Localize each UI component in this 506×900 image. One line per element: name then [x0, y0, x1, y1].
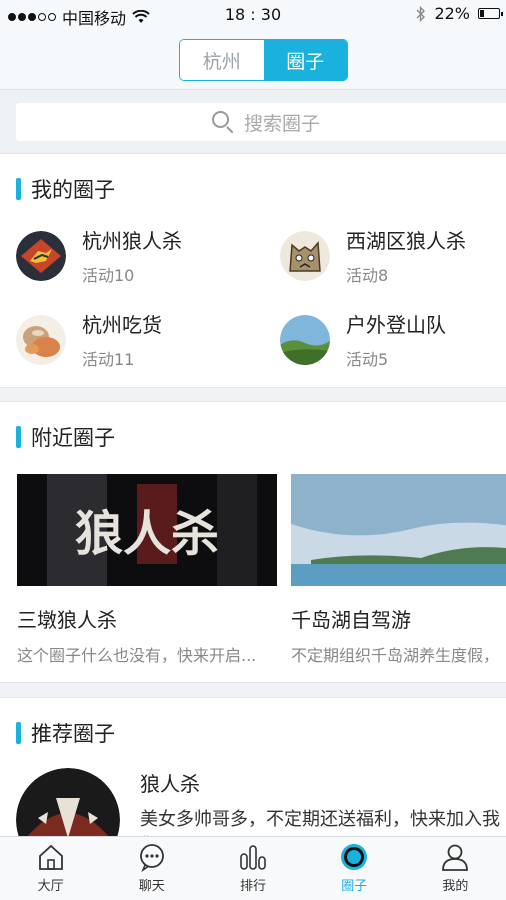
nearby-item-qiandao-lake[interactable]: 千岛湖自驾游 不定期组织千岛湖养生度假，: [291, 474, 506, 666]
tab-ranking[interactable]: 排行: [202, 837, 303, 900]
tab-mine[interactable]: 我的: [405, 837, 506, 900]
tab-hangzhou[interactable]: 杭州: [180, 40, 264, 80]
ranking-icon: [240, 845, 266, 870]
nearby-desc: 这个圈子什么也没有，快来开启...: [17, 646, 257, 665]
circle-item-xihu-werewolf[interactable]: 西湖区狼人杀 活动8: [280, 225, 466, 286]
circle-icon: [341, 844, 368, 870]
section-marker: [16, 426, 21, 448]
bottom-tab-bar: 大厅 聊天 排行 圈子 我的: [0, 836, 506, 900]
search-placeholder: 搜索圈子: [243, 112, 320, 135]
circle-name: 西湖区狼人杀: [346, 229, 466, 253]
city-circle-switch: 杭州 圈子: [179, 39, 348, 81]
section-marker: [16, 178, 21, 200]
search-input[interactable]: 搜索圈子: [16, 103, 506, 141]
circle-item-outdoor-hiking[interactable]: 户外登山队 活动5: [280, 309, 446, 370]
circle-item-hangzhou-werewolf[interactable]: 杭州狼人杀 活动10: [16, 225, 182, 286]
section-title-my-circles: 我的圈子: [16, 174, 115, 204]
profile-icon: [442, 844, 469, 871]
circle-name: 杭州狼人杀: [82, 229, 182, 253]
header: 杭州 圈子: [0, 30, 506, 90]
nearby-item-sandun-werewolf[interactable]: 狼人杀 三墩狼人杀 这个圈子什么也没有，快来开启...: [17, 474, 277, 666]
circle-name: 户外登山队: [346, 313, 446, 337]
bluetooth-icon: [416, 5, 426, 22]
status-bar: 中国移动 18 : 30 22%: [0, 0, 506, 30]
recommended-name: 狼人杀: [140, 772, 200, 796]
section-title-nearby: 附近圈子: [16, 422, 115, 452]
werewolf-logo-avatar: [16, 230, 66, 281]
circle-name: 杭州吃货: [82, 313, 162, 337]
search-icon: [211, 111, 234, 134]
nearby-name: 三墩狼人杀: [17, 608, 117, 632]
circle-activity-count: 活动5: [346, 350, 389, 369]
chat-icon: [139, 844, 164, 872]
lake-banner-image: [291, 474, 506, 586]
section-marker: [16, 722, 21, 744]
section-title-recommended: 推荐圈子: [16, 718, 115, 748]
tab-hall[interactable]: 大厅: [0, 837, 101, 900]
nearby-circles-section: 附近圈子 狼人杀 三墩狼人杀 这个圈子什么也没有，快来开启... 千岛湖自驾游 …: [0, 401, 506, 683]
tab-chat[interactable]: 聊天: [101, 837, 202, 900]
nearby-desc: 不定期组织千岛湖养生度假，: [291, 646, 500, 665]
circle-activity-count: 活动11: [82, 350, 135, 369]
circle-item-hangzhou-foodie[interactable]: 杭州吃货 活动11: [16, 309, 162, 370]
wolf-cartoon-avatar: [280, 230, 330, 281]
food-avatar: [16, 314, 66, 365]
nearby-name: 千岛湖自驾游: [291, 608, 411, 632]
circle-activity-count: 活动8: [346, 266, 389, 285]
recommended-circles-section: 推荐圈子 狼人杀 美女多帅哥多，不定期还送福利，快来加入我们吧: [0, 697, 506, 872]
my-circles-section: 我的圈子 杭州狼人杀 活动10 西湖区狼人杀 活动8 杭州吃货 活动11 户外登…: [0, 153, 506, 388]
werewolf-banner-image: 狼人杀: [17, 474, 277, 586]
search-area: 搜索圈子: [0, 91, 506, 153]
battery-percent: 22%: [434, 4, 470, 23]
tab-circle[interactable]: 圈子: [263, 40, 347, 80]
battery-icon: [478, 8, 503, 19]
tab-circle-nav[interactable]: 圈子: [304, 837, 405, 900]
circle-activity-count: 活动10: [82, 266, 135, 285]
mountain-avatar: [280, 314, 330, 365]
banner-text: 狼人杀: [75, 506, 219, 562]
home-icon: [38, 844, 63, 870]
